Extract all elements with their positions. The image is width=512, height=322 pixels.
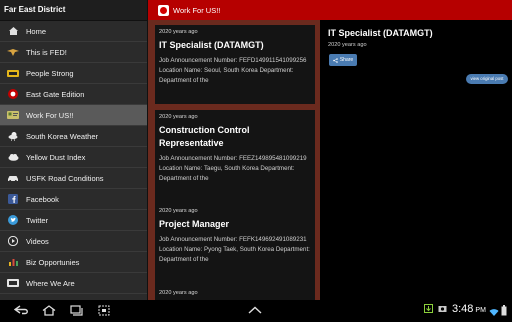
status-icons — [424, 304, 447, 313]
drawer-item-label: Where We Are — [26, 278, 75, 288]
drawer-item-people-strong[interactable]: People Strong — [0, 63, 147, 84]
job-summary: Job Announcement Number: FEFD14991154109… — [159, 57, 307, 84]
recent-apps-icon[interactable] — [70, 304, 83, 316]
red-circle-icon — [7, 89, 19, 99]
job-date: 2020 years ago — [159, 29, 198, 35]
clock-time: 3:48 — [452, 303, 474, 315]
drawer-item-home[interactable]: Home — [0, 21, 147, 42]
drawer-item-yellow-dust-index[interactable]: Yellow Dust Index — [0, 147, 147, 168]
home-icon — [7, 26, 19, 36]
drawer-item-where-we-are[interactable]: Where We Are — [0, 273, 147, 294]
drawer-item-label: This is FED! — [26, 47, 67, 57]
app-logo-icon[interactable] — [158, 4, 169, 16]
job-list[interactable]: 2020 years ago IT Specialist (DATAMGT) J… — [147, 20, 320, 300]
cloud-icon — [7, 152, 19, 162]
job-card[interactable]: 2020 years ago Construction Control Repr… — [155, 110, 315, 213]
drawer-item-label: Videos — [26, 236, 49, 246]
drawer-item-label: USFK Road Conditions — [26, 173, 104, 183]
download-icon — [424, 304, 433, 313]
twitter-icon — [7, 215, 19, 225]
battery-icon — [501, 303, 507, 321]
job-summary: Job Announcement Number: FEFK14969249108… — [159, 236, 310, 263]
drawer-item-label: Twitter — [26, 215, 49, 225]
drawer-item-biz-opportunities[interactable]: Biz Opportunies — [0, 252, 147, 273]
wifi-icon — [489, 304, 499, 322]
job-card[interactable]: 2020 years ago — [155, 286, 315, 300]
job-title: IT Specialist (DATAMGT) — [159, 40, 264, 50]
drawer-item-label: People Strong — [26, 68, 74, 78]
drawer-item-twitter[interactable]: Twitter — [0, 210, 147, 231]
drawer-item-south-korea-weather[interactable]: South Korea Weather — [0, 126, 147, 147]
drawer-item-this-is-fed[interactable]: This is FED! — [0, 42, 147, 63]
badge-icon — [7, 68, 19, 78]
map-icon — [7, 278, 19, 288]
job-title: Project Manager — [159, 219, 230, 229]
drawer-item-label: Yellow Dust Index — [26, 152, 86, 162]
eagle-icon — [7, 47, 19, 57]
navigation-drawer: Far East District Home This is FED! Peop… — [0, 0, 148, 300]
drawer-item-label: East Gate Edition — [26, 89, 85, 99]
back-icon[interactable] — [14, 304, 30, 316]
facebook-icon — [7, 194, 19, 204]
home-nav-icon[interactable] — [42, 304, 56, 316]
detail-title: IT Specialist (DATAMGT) — [328, 28, 433, 38]
share-button[interactable]: Share — [329, 54, 357, 66]
drawer-title: Far East District — [0, 0, 147, 21]
job-date: 2020 years ago — [159, 114, 198, 120]
screenshot-icon[interactable] — [98, 304, 110, 316]
drawer-item-facebook[interactable]: Facebook — [0, 189, 147, 210]
drawer-item-east-gate-edition[interactable]: East Gate Edition — [0, 84, 147, 105]
job-title: Construction Control Representative — [159, 125, 250, 148]
car-icon — [7, 173, 19, 183]
play-icon — [7, 236, 19, 246]
job-card[interactable]: 2020 years ago IT Specialist (DATAMGT) J… — [155, 25, 315, 104]
app-bar-title: Work For US!! — [173, 5, 221, 15]
screen: Far East District Home This is FED! Peop… — [0, 0, 512, 300]
drawer-item-work-for-us[interactable]: Work For US!! — [0, 105, 147, 126]
drawer-item-label: Work For US!! — [26, 110, 74, 120]
drawer-item-label: Biz Opportunies — [26, 257, 80, 267]
view-original-post-button[interactable]: view original post — [466, 74, 508, 84]
job-summary: Job Announcement Number: FEEZ14989548109… — [159, 155, 307, 182]
id-card-icon — [7, 110, 19, 120]
detail-date: 2020 years ago — [328, 42, 367, 48]
share-icon — [333, 57, 338, 63]
drawer-item-label: Facebook — [26, 194, 59, 204]
clock-ampm: PM — [475, 307, 486, 314]
job-card[interactable]: 2020 years ago Project Manager Job Annou… — [155, 204, 315, 296]
clock: 3:48 PM — [452, 303, 486, 315]
drawer-item-label: South Korea Weather — [26, 131, 98, 141]
share-label: Share — [339, 57, 354, 63]
chevron-up-icon[interactable] — [248, 304, 262, 316]
job-detail-pane: IT Specialist (DATAMGT) 2020 years ago S… — [320, 20, 512, 300]
camera-icon — [438, 306, 447, 312]
app-bar: Work For US!! — [147, 0, 512, 20]
job-date: 2020 years ago — [159, 208, 198, 214]
weather-icon — [7, 131, 19, 141]
drawer-item-usfk-road-conditions[interactable]: USFK Road Conditions — [0, 168, 147, 189]
drawer-item-label: Home — [26, 26, 47, 36]
drawer-item-videos[interactable]: Videos — [0, 231, 147, 252]
chart-icon — [7, 257, 19, 267]
job-date: 2020 years ago — [159, 290, 198, 296]
